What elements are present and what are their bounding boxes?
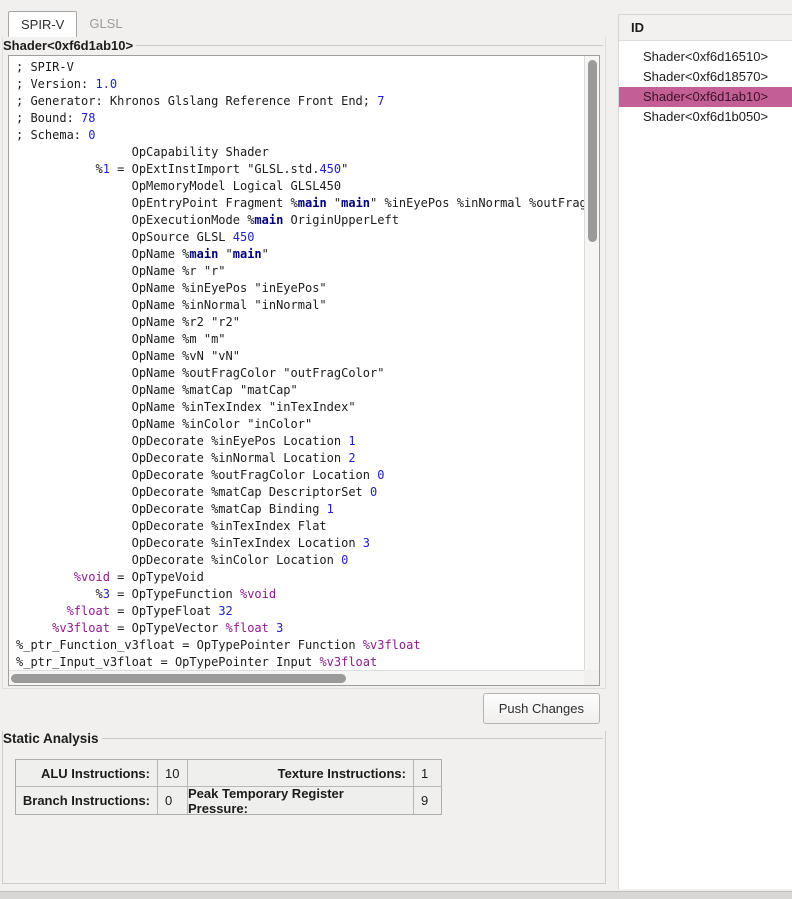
bottom-scrollbar-strip[interactable] — [0, 891, 792, 899]
vertical-scrollbar-thumb[interactable] — [588, 60, 597, 242]
branch-instructions-value: 0 — [158, 787, 188, 814]
texture-instructions-value: 1 — [414, 760, 442, 787]
code-content[interactable]: ; SPIR-V; Version: 1.0; Generator: Khron… — [9, 56, 584, 670]
static-analysis-table: ALU Instructions: 10 Texture Instruction… — [15, 759, 442, 815]
shader-list-item[interactable]: Shader<0xf6d1ab10> — [619, 87, 792, 107]
shader-list-item[interactable]: Shader<0xf6d1b050> — [619, 107, 792, 127]
groupbox-rule — [102, 738, 603, 739]
register-pressure-label: Peak Temporary Register Pressure: — [188, 787, 414, 814]
horizontal-scrollbar-thumb[interactable] — [11, 674, 346, 683]
shader-viewer-window: SPIR-V GLSL Shader<0xf6d1ab10> ; SPIR-V;… — [0, 0, 792, 899]
shader-list: Shader<0xf6d16510>Shader<0xf6d18570>Shad… — [619, 41, 792, 127]
spirv-disassembly-editor[interactable]: ; SPIR-V; Version: 1.0; Generator: Khron… — [8, 55, 600, 686]
static-analysis-title: Static Analysis — [3, 731, 99, 746]
scrollbar-corner — [584, 670, 599, 685]
shader-list-item[interactable]: Shader<0xf6d18570> — [619, 67, 792, 87]
vertical-scrollbar[interactable] — [584, 56, 599, 670]
push-changes-button[interactable]: Push Changes — [483, 693, 600, 724]
static-analysis-groupbox: Static Analysis ALU Instructions: 10 Tex… — [2, 731, 606, 884]
groupbox-rule — [136, 45, 603, 46]
panel-splitter[interactable] — [608, 0, 618, 899]
tab-glsl[interactable]: GLSL — [77, 11, 134, 37]
editor-button-row: Push Changes — [0, 689, 608, 728]
shader-groupbox-header: Shader<0xf6d1ab10> — [3, 37, 605, 53]
shader-id-list-widget: ID Shader<0xf6d16510>Shader<0xf6d18570>S… — [618, 14, 792, 889]
shader-list-item[interactable]: Shader<0xf6d16510> — [619, 47, 792, 67]
register-pressure-value: 9 — [414, 787, 442, 814]
shader-language-tabs: SPIR-V GLSL — [0, 0, 608, 37]
id-column-header[interactable]: ID — [619, 15, 792, 41]
static-analysis-header: Static Analysis — [3, 730, 605, 746]
alu-instructions-value: 10 — [158, 760, 188, 787]
horizontal-scrollbar[interactable] — [9, 670, 584, 685]
texture-instructions-label: Texture Instructions: — [188, 760, 414, 787]
shader-edit-panel: SPIR-V GLSL Shader<0xf6d1ab10> ; SPIR-V;… — [0, 0, 608, 899]
shader-id-panel: ID Shader<0xf6d16510>Shader<0xf6d18570>S… — [618, 0, 792, 899]
tab-spirv[interactable]: SPIR-V — [8, 11, 77, 37]
shader-groupbox-title: Shader<0xf6d1ab10> — [3, 38, 133, 53]
shader-groupbox: Shader<0xf6d1ab10> ; SPIR-V; Version: 1.… — [2, 37, 606, 689]
alu-instructions-label: ALU Instructions: — [16, 760, 158, 787]
branch-instructions-label: Branch Instructions: — [16, 787, 158, 814]
